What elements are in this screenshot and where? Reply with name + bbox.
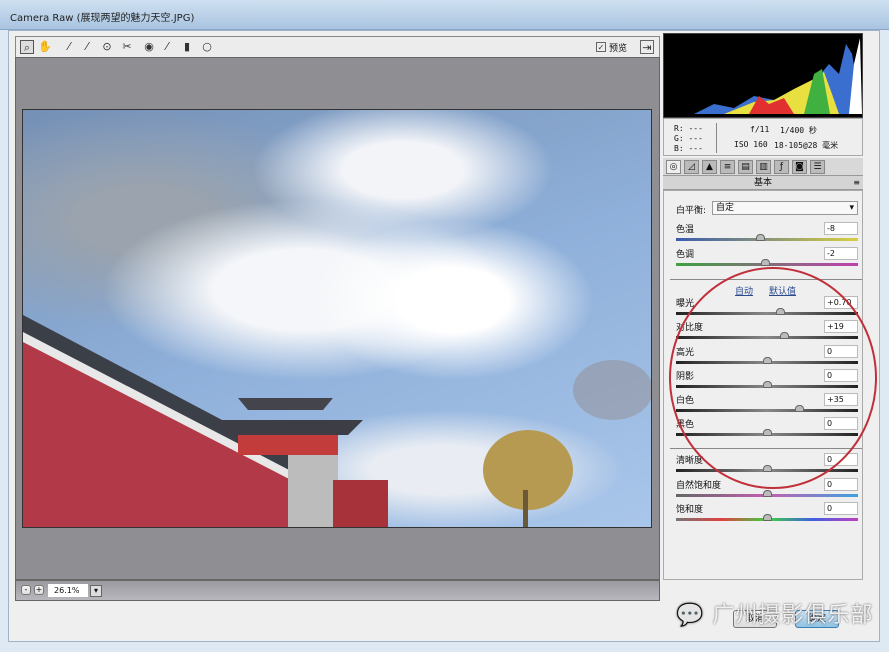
pavilion-top-roof (238, 398, 333, 410)
panel-tabs: ◎ ◿ ▲ ≡ ▤ ▥ ƒ ◙ ☰ (663, 158, 863, 176)
tab-lens-icon[interactable]: ▥ (756, 160, 771, 174)
tab-presets-icon[interactable]: ☰ (810, 160, 825, 174)
chevron-down-icon: ▾ (849, 203, 854, 213)
zoom-dropdown-icon[interactable]: ▾ (90, 585, 102, 597)
fullscreen-icon[interactable]: ⇥ (640, 40, 654, 54)
toolbar: ⌕ ✋ ⁄ ⁄ ⊙ ✂ ◉ ⁄ ▮ ○ ✓ 预览 ⇥ (15, 36, 660, 57)
histogram (663, 33, 863, 118)
target-adjust-tool-icon[interactable]: ⊙ (100, 40, 114, 54)
tree-trunk (523, 490, 528, 527)
section-header: 基本 ≡ (663, 176, 863, 190)
hand-tool-icon[interactable]: ✋ (38, 40, 52, 54)
window-title: Camera Raw (展现两望的魅力天空.JPG) (10, 13, 195, 24)
brush-tool-icon[interactable]: ⁄ (160, 40, 174, 54)
r-value: R: --- (674, 124, 703, 133)
color-sampler-tool-icon[interactable]: ⁄ (80, 40, 94, 54)
slider-track[interactable] (676, 234, 858, 241)
white-balance-select[interactable]: 自定 ▾ (712, 201, 858, 215)
slider-label: 色调 (676, 250, 695, 260)
tab-fx-icon[interactable]: ƒ (774, 160, 789, 174)
pavilion-base (288, 455, 338, 527)
preview-checkbox[interactable]: ✓ (596, 42, 606, 52)
slider-value-input[interactable]: 0 (824, 502, 858, 515)
crop-tool-icon[interactable]: ✂ (120, 40, 134, 54)
preview-label: 预览 (609, 44, 628, 54)
zoom-level-field[interactable]: 26.1% (48, 584, 88, 597)
tab-detail-icon[interactable]: ▲ (702, 160, 717, 174)
tab-tone-curve-icon[interactable]: ◿ (684, 160, 699, 174)
zoom-bar: - + 26.1% ▾ (15, 580, 660, 601)
watermark-text: 广州摄影俱乐部 (712, 603, 874, 628)
preview-image (22, 109, 652, 528)
gate-building (333, 480, 388, 527)
zoom-in-button[interactable]: + (34, 585, 44, 595)
panel-menu-icon[interactable]: ≡ (853, 176, 860, 190)
white-balance-tool-icon[interactable]: ⁄ (62, 40, 76, 54)
shutter: 1/400 秒 (780, 126, 817, 135)
histogram-graph (694, 38, 862, 114)
g-value: G: --- (674, 134, 703, 143)
watermark: 💬 广州摄影俱乐部 (676, 597, 873, 629)
annotation-ellipse (669, 267, 877, 489)
rotate-icon[interactable]: ○ (200, 40, 214, 54)
white-balance-label: 白平衡: (676, 206, 707, 216)
pavilion-body (238, 435, 338, 455)
slider-thumb[interactable] (763, 514, 772, 521)
tab-hsl-icon[interactable]: ≡ (720, 160, 735, 174)
tab-basic-icon[interactable]: ◎ (666, 160, 681, 174)
wechat-icon: 💬 (676, 603, 705, 628)
white-balance-value: 自定 (716, 203, 735, 213)
graduated-filter-icon[interactable]: ▮ (180, 40, 194, 54)
rgb-readout: R: --- G: --- B: --- (674, 124, 703, 154)
bare-tree (573, 360, 651, 420)
slider-value-input[interactable]: -8 (824, 222, 858, 235)
slider-label: 色温 (676, 225, 695, 235)
slider-thumb[interactable] (755, 234, 765, 241)
iso: ISO 160 (734, 140, 768, 149)
section-title: 基本 (753, 178, 772, 188)
zoom-out-button[interactable]: - (21, 585, 31, 595)
lens: 18-105@28 毫米 (774, 141, 839, 150)
slider-track[interactable] (676, 514, 858, 521)
info-panel: R: --- G: --- B: --- f/11 1/400 秒 ISO 16… (663, 118, 863, 156)
b-value: B: --- (674, 144, 703, 153)
info-divider (716, 123, 717, 153)
aperture: f/11 (750, 125, 770, 134)
tab-camera-calibration-icon[interactable]: ◙ (792, 160, 807, 174)
title-bar: Camera Raw (展现两望的魅力天空.JPG) (0, 0, 889, 30)
spot-removal-tool-icon[interactable]: ◉ (142, 40, 156, 54)
photo-scene (23, 315, 651, 527)
slider-label: 饱和度 (676, 505, 704, 515)
tab-split-toning-icon[interactable]: ▤ (738, 160, 753, 174)
slider-value-input[interactable]: -2 (824, 247, 858, 260)
pavilion-roof (218, 420, 363, 435)
zoom-tool-icon[interactable]: ⌕ (20, 40, 34, 54)
